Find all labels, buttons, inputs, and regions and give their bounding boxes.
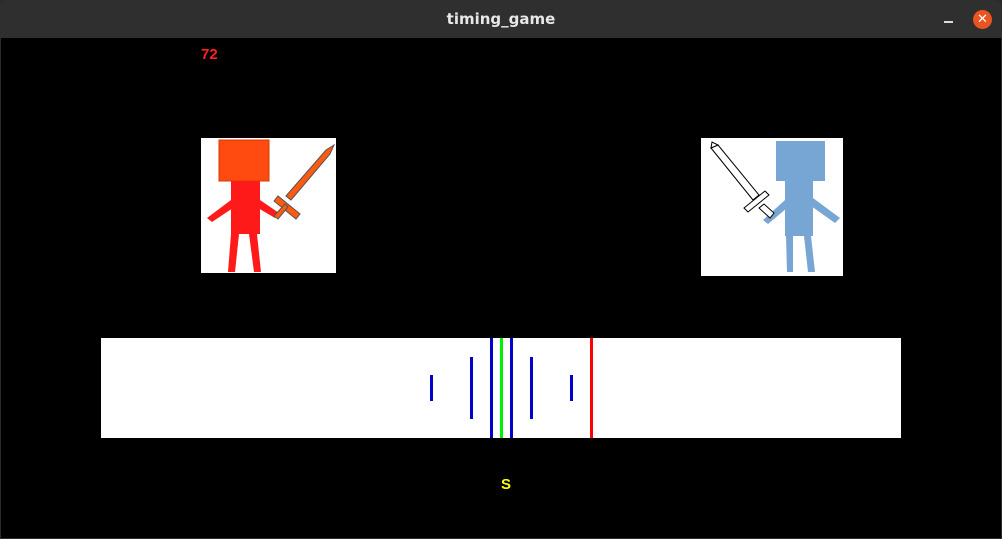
timing-mark-inner-left	[490, 338, 493, 438]
timer-text: 72	[201, 46, 218, 63]
orange-sword-icon	[273, 143, 336, 220]
timing-mark-outer-left	[430, 375, 433, 401]
window-title: timing_game	[446, 10, 556, 28]
key-hint: S	[501, 476, 512, 493]
enemy-character	[701, 138, 843, 276]
timing-mark-target	[500, 338, 503, 438]
title-bar: timing_game ✕	[0, 0, 1002, 38]
player-sprite	[207, 139, 336, 272]
white-sword-icon	[710, 141, 775, 219]
minimize-button[interactable]	[940, 10, 958, 28]
timing-mark-mid-left	[470, 357, 473, 419]
timing-bar	[101, 338, 901, 438]
timing-mark-inner-right	[510, 338, 513, 438]
player-character	[201, 138, 336, 273]
timing-mark-outer-right	[570, 375, 573, 401]
timing-cursor	[590, 338, 593, 438]
game-canvas[interactable]: 72 S	[1, 38, 1001, 538]
game-window: timing_game ✕ 72 S	[0, 0, 1002, 539]
timing-mark-mid-right	[530, 357, 533, 419]
close-button[interactable]: ✕	[973, 10, 992, 29]
enemy-sprite	[710, 141, 840, 272]
